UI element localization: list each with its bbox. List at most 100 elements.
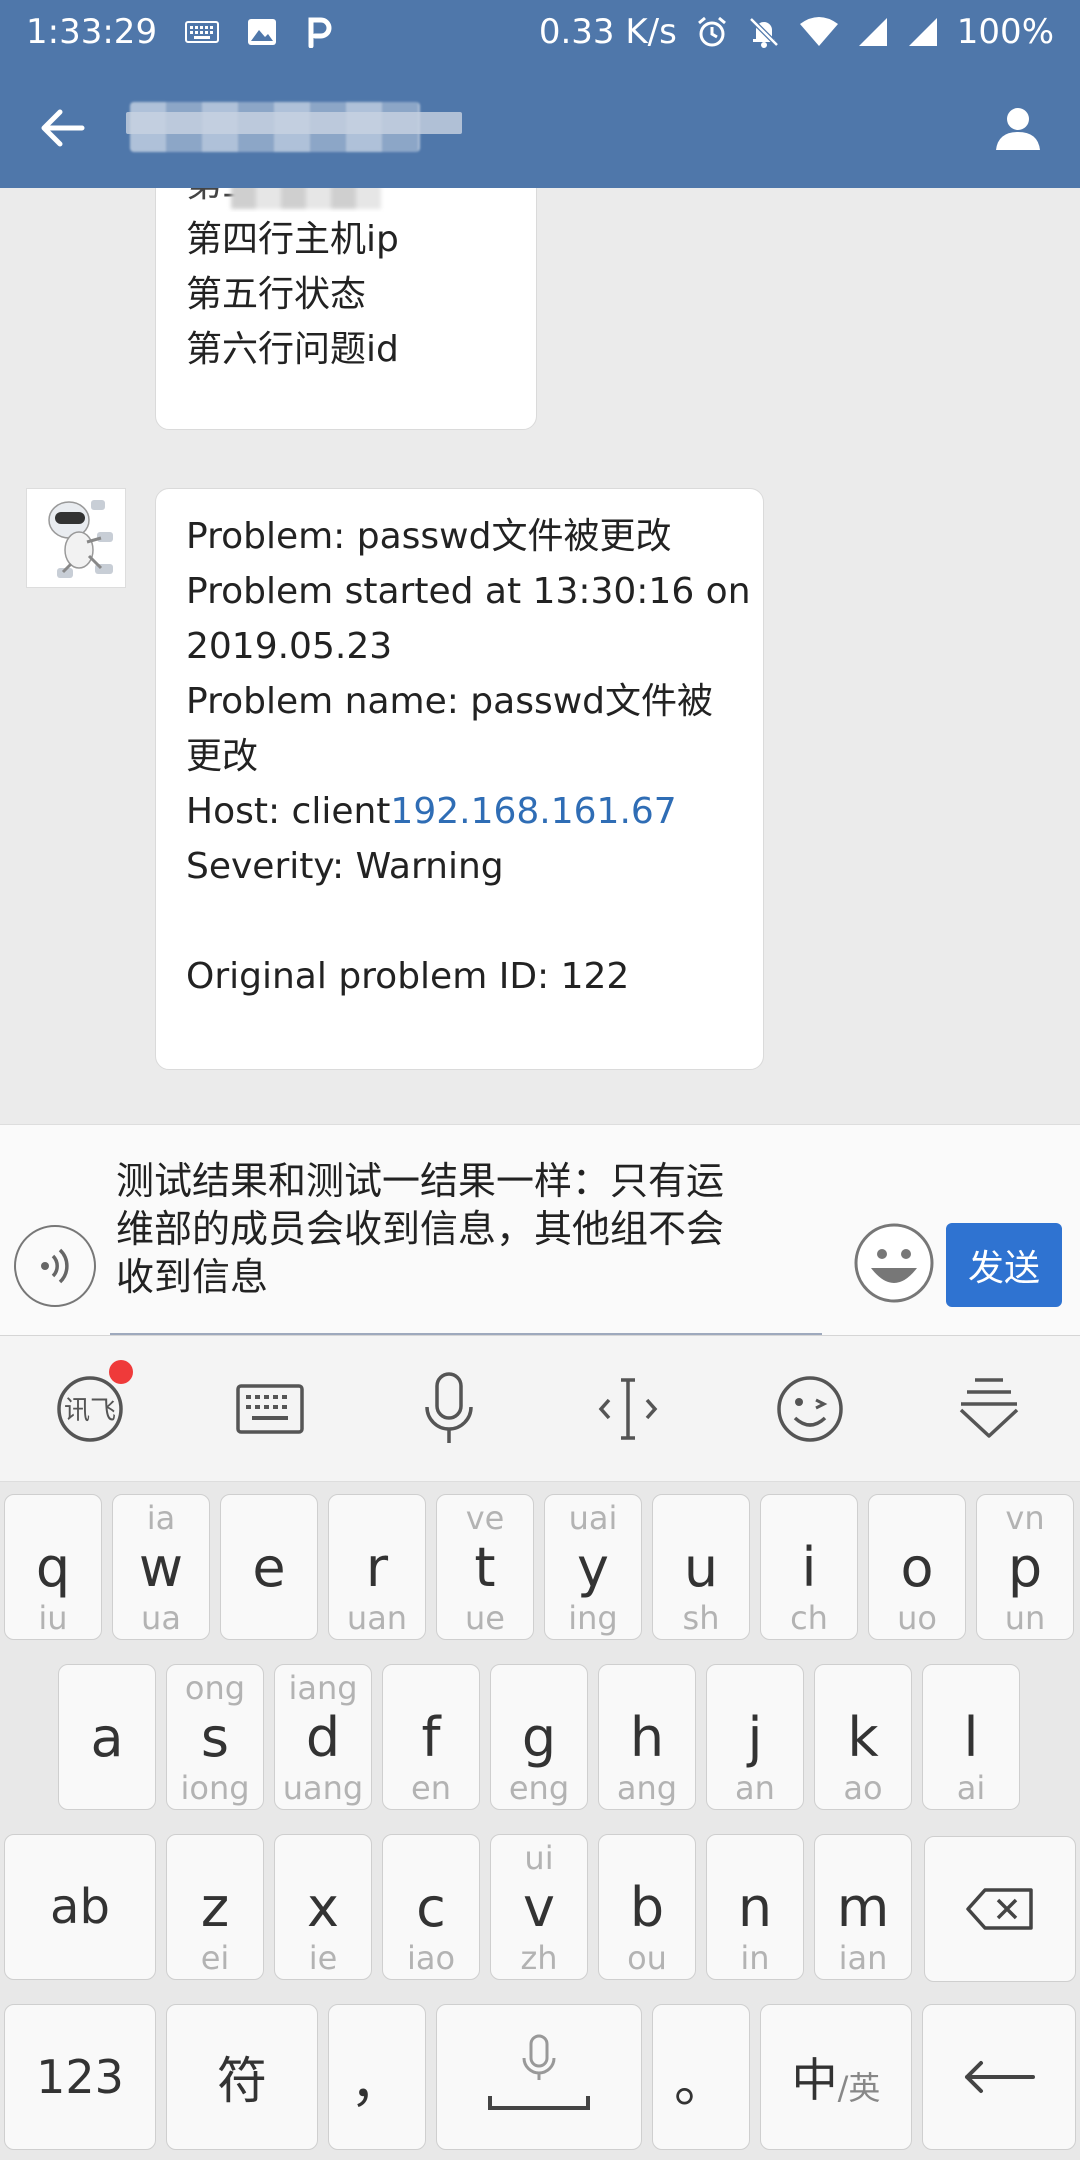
key-t[interactable]: ve t ue bbox=[436, 1494, 534, 1640]
key-r[interactable]: r uan bbox=[328, 1494, 426, 1640]
send-button[interactable]: 发送 bbox=[946, 1223, 1062, 1307]
message-line: 2019.05.23 bbox=[186, 626, 393, 667]
key-h[interactable]: h ang bbox=[598, 1664, 696, 1810]
key-hint-bottom: uan bbox=[346, 1599, 408, 1637]
cursor-tool[interactable] bbox=[583, 1364, 673, 1454]
key-label: v bbox=[523, 1875, 555, 1939]
profile-button[interactable] bbox=[986, 96, 1050, 160]
key-d[interactable]: iang d uang bbox=[274, 1664, 372, 1810]
key-label: t bbox=[474, 1535, 496, 1599]
key-label: k bbox=[847, 1705, 879, 1769]
key-u[interactable]: u sh bbox=[652, 1494, 750, 1640]
key-label: m bbox=[836, 1875, 890, 1939]
symbols-key[interactable]: 符 bbox=[166, 2004, 318, 2150]
message-input[interactable]: 测试结果和测试一结果一样：只有运 维部的成员会收到信息，其他组不会 收到信息 bbox=[110, 1149, 822, 1335]
key-hint-bottom: ue bbox=[465, 1599, 505, 1637]
key-hint-bottom: ian bbox=[838, 1939, 888, 1977]
svg-text:讯飞: 讯飞 bbox=[64, 1396, 116, 1426]
key-hint-bottom: sh bbox=[682, 1599, 720, 1637]
numbers-key[interactable]: 123 bbox=[4, 2004, 156, 2150]
host-label: Host: client bbox=[186, 791, 391, 832]
voice-input-tool[interactable] bbox=[404, 1364, 494, 1454]
key-hint-top: iang bbox=[288, 1669, 358, 1707]
bot-avatar[interactable] bbox=[26, 488, 126, 588]
key-s[interactable]: ong s iong bbox=[166, 1664, 264, 1810]
key-hint-bottom: ua bbox=[141, 1599, 181, 1637]
key-label: d bbox=[305, 1705, 341, 1769]
xunfei-button[interactable]: 讯飞 bbox=[45, 1360, 135, 1454]
key-hint-bottom: zh bbox=[520, 1939, 558, 1977]
keyboard-switch-button[interactable] bbox=[225, 1364, 315, 1454]
ime-toolbar: 讯飞 bbox=[0, 1336, 1080, 1482]
key-v[interactable]: ui v zh bbox=[490, 1834, 588, 1980]
message-line: 第六行问题id bbox=[186, 329, 399, 370]
key-l[interactable]: l ai bbox=[922, 1664, 1020, 1810]
backspace-icon bbox=[966, 1888, 1033, 1930]
key-label: z bbox=[200, 1875, 230, 1939]
key-w[interactable]: ia w ua bbox=[112, 1494, 210, 1640]
title-redaction-bar bbox=[126, 112, 462, 134]
emoji-tool[interactable] bbox=[765, 1364, 855, 1454]
key-b[interactable]: b ou bbox=[598, 1834, 696, 1980]
comma-key[interactable]: ， bbox=[328, 2004, 426, 2150]
microphone-icon bbox=[425, 1372, 473, 1443]
xunfei-logo-icon: 讯飞 bbox=[57, 1376, 123, 1442]
key-g[interactable]: g eng bbox=[490, 1664, 588, 1810]
space-key[interactable] bbox=[436, 2004, 642, 2150]
key-e[interactable]: e bbox=[220, 1494, 318, 1640]
key-a[interactable]: a bbox=[58, 1664, 156, 1810]
message-line: 第四行主机ip bbox=[186, 219, 399, 260]
key-n[interactable]: n in bbox=[706, 1834, 804, 1980]
voice-input-button[interactable] bbox=[14, 1225, 96, 1307]
enter-arrow-icon bbox=[965, 2061, 1035, 2093]
key-y[interactable]: uai y ing bbox=[544, 1494, 642, 1640]
emoji-icon bbox=[777, 1376, 843, 1442]
key-hint-bottom: iong bbox=[180, 1769, 250, 1807]
collapse-icon bbox=[959, 1378, 1019, 1438]
key-hint-bottom: ei bbox=[200, 1939, 230, 1977]
keyboard-icon bbox=[185, 21, 220, 43]
redaction-patch bbox=[231, 188, 381, 209]
key-m[interactable]: m ian bbox=[814, 1834, 912, 1980]
key-hint-bottom: ai bbox=[956, 1769, 986, 1807]
emoji-button[interactable] bbox=[853, 1222, 935, 1304]
chat-area[interactable]: 第三行问题 第四行主机ip 第五行状态 第六行问题id Problem: pas… bbox=[0, 188, 1080, 1124]
ip-link[interactable]: 192.168.161.67 bbox=[390, 791, 676, 832]
backspace-key[interactable] bbox=[924, 1836, 1076, 1982]
key-f[interactable]: f en bbox=[382, 1664, 480, 1810]
key-hint-bottom: iao bbox=[406, 1939, 456, 1977]
keyboard: 123 符 ， 。 中/英 q iu ia w ua e r uan ve t ue uai y ing u… bbox=[0, 1482, 1080, 2160]
key-o[interactable]: o uo bbox=[868, 1494, 966, 1640]
collapse-keyboard-button[interactable] bbox=[944, 1364, 1034, 1454]
message-bubble[interactable]: 第三行问题 第四行主机ip 第五行状态 第六行问题id bbox=[155, 188, 537, 430]
key-c[interactable]: c iao bbox=[382, 1834, 480, 1980]
key-label: b bbox=[629, 1875, 665, 1939]
message-bubble[interactable]: Problem: passwd文件被更改 Problem started at … bbox=[155, 488, 764, 1070]
message-line: Problem started at 13:30:16 on bbox=[186, 571, 751, 612]
key-j[interactable]: j an bbox=[706, 1664, 804, 1810]
key-z[interactable]: z ei bbox=[166, 1834, 264, 1980]
key-i[interactable]: i ch bbox=[760, 1494, 858, 1640]
key-hint-bottom: eng bbox=[508, 1769, 570, 1807]
key-label: i bbox=[801, 1535, 817, 1599]
arrow-left-icon bbox=[41, 109, 85, 147]
key-label: r bbox=[365, 1535, 389, 1599]
key-k[interactable]: k ao bbox=[814, 1664, 912, 1810]
key-ab[interactable]: ab bbox=[4, 1834, 156, 1980]
key-label: e bbox=[252, 1535, 286, 1599]
key-hint-bottom: uo bbox=[897, 1599, 937, 1637]
period-key[interactable]: 。 bbox=[652, 2004, 750, 2150]
cursor-icon bbox=[598, 1378, 658, 1440]
key-q[interactable]: q iu bbox=[4, 1494, 102, 1640]
key-x[interactable]: x ie bbox=[274, 1834, 372, 1980]
key-p[interactable]: vn p un bbox=[976, 1494, 1074, 1640]
key-label: n bbox=[737, 1875, 773, 1939]
language-switch-key[interactable]: 中/英 bbox=[760, 2004, 912, 2150]
enter-key[interactable] bbox=[922, 2004, 1076, 2150]
key-label: f bbox=[421, 1705, 441, 1769]
key-hint-bottom: un bbox=[1004, 1599, 1046, 1637]
wifi-icon bbox=[799, 16, 839, 48]
space-mic-icon bbox=[488, 2034, 590, 2110]
back-button[interactable] bbox=[26, 92, 98, 164]
p-app-icon bbox=[305, 16, 333, 48]
